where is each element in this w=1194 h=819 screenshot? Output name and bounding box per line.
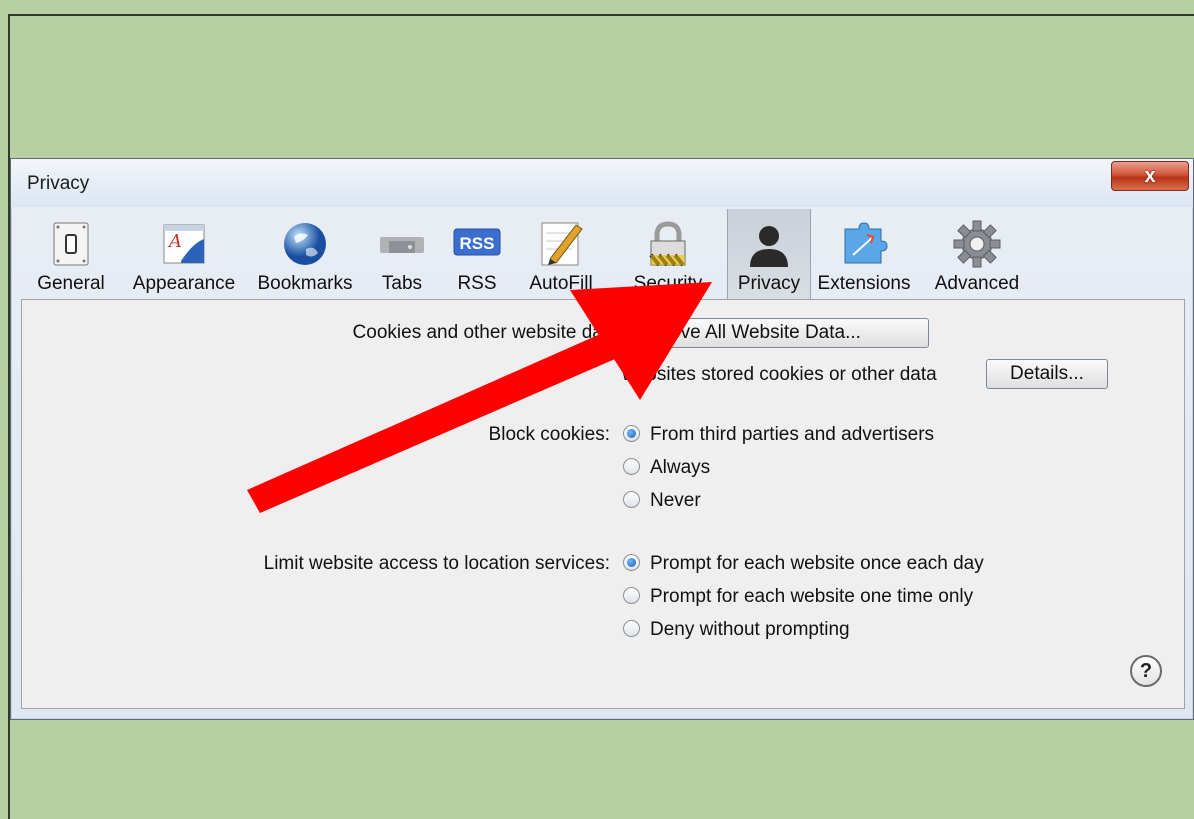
radio-location-one-time-only[interactable] [623,587,640,604]
window-title: Privacy [27,173,90,194]
tab-tabs[interactable]: Tabs [363,209,441,299]
puzzle-piece-icon [844,222,888,264]
tab-bookmarks[interactable]: Bookmarks [247,209,363,299]
autofill-pencil-icon [541,222,583,266]
svg-text:RSS: RSS [460,234,495,253]
radio-location-once-each-day[interactable] [623,554,640,571]
tab-general[interactable]: General [21,209,121,299]
tab-appearance[interactable]: A Appearance [121,209,247,299]
privacy-pane: Cookies and other website data: Remove A… [21,299,1185,709]
tab-security[interactable]: Security [609,209,727,299]
remove-all-website-data-button[interactable]: Remove All Website Data... [619,318,929,348]
tab-label: Advanced [934,273,1020,294]
tab-label: Appearance [132,273,236,294]
stored-websites-text: websites stored cookies or other data [622,364,937,385]
radio-block-third-parties[interactable] [623,425,640,442]
radio-block-never[interactable] [623,491,640,508]
help-button[interactable]: ? [1130,655,1162,687]
tab-privacy[interactable]: Privacy [727,209,811,299]
tab-label: Extensions [817,273,911,294]
radio-label: Never [650,490,701,511]
padlock-icon [649,221,686,267]
tab-label: Security [633,273,703,294]
radio-label: Deny without prompting [650,619,850,640]
radio-label: Always [650,457,711,478]
preferences-toolbar: General A Appearance Bookmarks Tabs RSS … [21,209,1185,299]
details-button[interactable]: Details... [986,359,1108,389]
tabs-icon [380,237,424,253]
tab-rss[interactable]: RSS RSS [441,209,513,299]
globe-icon [284,223,326,265]
close-button[interactable]: x [1111,161,1189,191]
close-icon: x [1144,164,1156,187]
tab-autofill[interactable]: AutoFill [513,209,609,299]
radio-label: From third parties and advertisers [650,424,935,445]
gear-icon [953,220,1001,268]
radio-label: Prompt for each website once each day [650,553,984,574]
preferences-window: Privacy x General A Appearance Bookmarks… [10,158,1194,720]
radio-label: Prompt for each website one time only [650,586,974,607]
location-services-label: Limit website access to location service… [263,553,610,574]
tab-advanced[interactable]: Advanced [919,209,1035,299]
tab-label: Bookmarks [257,273,353,294]
tab-label: Privacy [737,273,801,294]
person-silhouette-icon [750,226,788,267]
cookies-label: Cookies and other website data: [352,322,624,343]
tab-extensions[interactable]: Extensions [809,209,919,299]
radio-block-always[interactable] [623,458,640,475]
tab-label: General [37,273,105,294]
tab-label: AutoFill [529,273,593,294]
general-switch-icon [53,222,89,266]
block-cookies-label: Block cookies: [488,424,610,445]
rss-icon: RSS [453,228,501,256]
tab-label: RSS [457,273,497,294]
tab-label: Tabs [381,273,423,294]
radio-location-deny[interactable] [623,620,640,637]
title-bar[interactable]: Privacy x [11,159,1193,207]
appearance-icon: A [163,224,205,264]
svg-text:A: A [167,231,182,252]
